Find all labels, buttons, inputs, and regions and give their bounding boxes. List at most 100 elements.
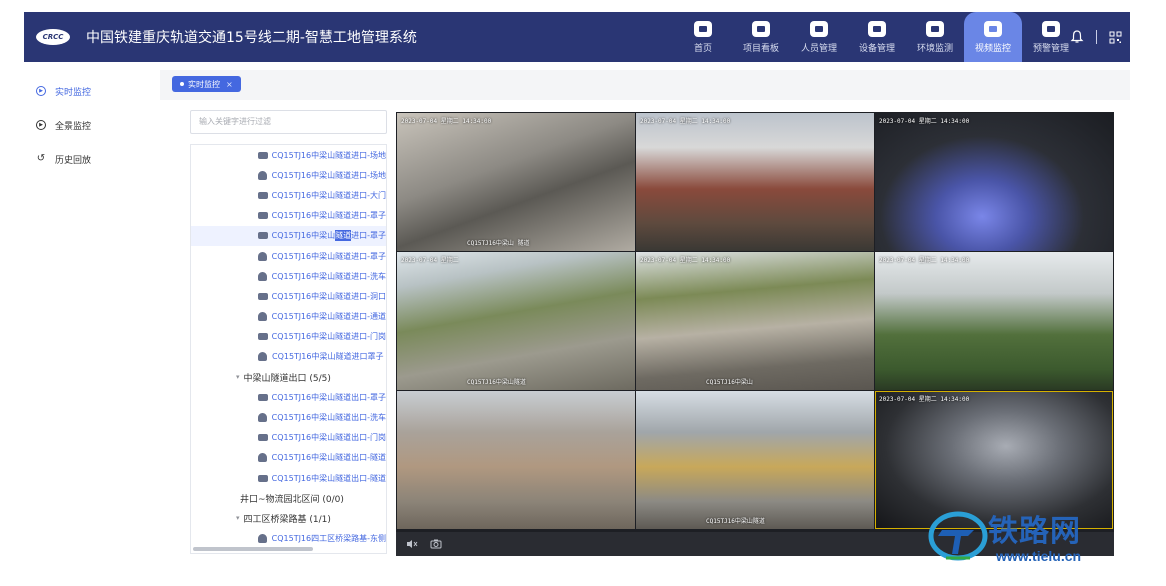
environment-icon (926, 20, 944, 37)
tree-node-label: CQ15TJ16中梁山隧道出口-隧道 (271, 473, 386, 483)
home-icon (694, 20, 712, 37)
tree-camera-node[interactable]: CQ15TJ16中梁山隧道进口-门岗 (191, 327, 386, 347)
tree-node-label: CQ15TJ16中梁山隧道进口罩子 (272, 352, 384, 362)
side-menu: ▶ 实时监控 ▶ 全景监控 ↺ 历史回放 (24, 74, 154, 564)
bullet-camera-icon (258, 333, 268, 341)
qrcode-icon[interactable] (1109, 31, 1122, 44)
nav-item-video[interactable]: 视频监控 (964, 12, 1022, 62)
tree-camera-node[interactable]: CQ15TJ16中梁山隧道出口-洗车 (191, 407, 386, 427)
side-menu-item[interactable]: ▶ 全景监控 (24, 108, 154, 142)
tree-node-label: CQ15TJ16中梁山隧道进口-门岗 (271, 332, 386, 342)
camera-tree[interactable]: CQ15TJ16中梁山隧道进口-场地 CQ15TJ16中梁山隧道进口-场地 CQ15… (190, 144, 387, 554)
dome-camera-icon (258, 271, 267, 281)
watermark: 铁路网 www.tielu.cn (928, 504, 1134, 568)
video-tile[interactable]: 2023-07-04 星期二 14:34:00 CQ15TJ16中梁山 (636, 252, 874, 390)
tree-camera-node[interactable]: CQ15TJ16中梁山隧道出口-罩子 (191, 387, 386, 407)
tree-node-label: CQ15TJ16中梁山隧道出口-门岗 (271, 433, 386, 443)
tree-camera-node[interactable]: CQ15TJ16中梁山隧道进口-洞口 (191, 286, 386, 306)
tree-camera-node[interactable]: CQ15TJ16中梁山隧道进口-洗车 (191, 266, 386, 286)
video-timestamp: 2023-07-04 星期二 14:34:00 (401, 118, 492, 125)
nav-item-home[interactable]: 首页 (674, 12, 732, 62)
side-menu-item[interactable]: ▶ 实时监控 (24, 74, 154, 108)
nav-item-environment[interactable]: 环境监测 (906, 12, 964, 62)
tree-node-label: 井口~物流园北区间 (0/0) (240, 494, 344, 505)
video-timestamp: 2023-07-04 星期二 14:34:00 (879, 118, 970, 125)
tree-camera-node[interactable]: CQ15TJ16中梁山隧道出口-门岗 (191, 428, 386, 448)
tree-node-label: CQ15TJ16中梁山隧道进口-洞口 (271, 291, 386, 301)
tab-close-icon[interactable]: × (226, 80, 233, 89)
video-channel-name: CQ15TJ16中梁山隧道 (467, 379, 526, 386)
tab-realtime-monitor[interactable]: 实时监控 × (172, 76, 241, 92)
tab-active-dot (180, 82, 184, 86)
video-tile[interactable]: 2023-07-04 星期二 14:34:00 (875, 252, 1113, 390)
dome-camera-icon (258, 534, 267, 544)
video-channel-name: CQ15TJ16中梁山 隧道 (467, 240, 530, 247)
tree-camera-node[interactable]: CQ15TJ16中梁山隧道进口-罩子 (191, 225, 386, 246)
side-menu-label: 全景监控 (55, 121, 92, 132)
tree-camera-node[interactable]: CQ15TJ16中梁山隧道出口-隧道 (191, 448, 386, 468)
tree-camera-node[interactable]: CQ15TJ16中梁山隧道进口-场地 (191, 145, 386, 165)
video-tile[interactable]: 2023-07-04 星期二 14:34:00 (636, 113, 874, 251)
nav-item-label: 视频监控 (974, 43, 1011, 54)
tree-horizontal-scrollbar[interactable] (193, 547, 313, 551)
video-tile[interactable]: CQ15TJ16中梁山隧道 (636, 391, 874, 529)
video-tile[interactable] (397, 391, 635, 529)
nav-item-user[interactable]: 人员管理 (790, 12, 848, 62)
tree-node-label: CQ15TJ16中梁山隧道出口-隧道 (271, 453, 386, 463)
tree-camera-node[interactable]: CQ15TJ16四工区桥梁路基-东侧 (191, 529, 386, 549)
nav-item-label: 预警管理 (1032, 43, 1069, 54)
video-icon (984, 20, 1002, 37)
side-menu-item[interactable]: ↺ 历史回放 (24, 142, 154, 176)
video-channel-name: CQ15TJ16中梁山隧道 (706, 518, 765, 525)
bullet-camera-icon (258, 434, 268, 442)
nav-item-label: 环境监测 (916, 43, 953, 54)
main-nav: 首页 项目看板 人员管理 设备管理 环境监测 视频监控 预警管理 (674, 12, 1080, 62)
tree-camera-node[interactable]: CQ15TJ16中梁山隧道进口-罩子 (191, 246, 386, 266)
video-timestamp: 2023-07-04 星期二 14:34:00 (879, 396, 970, 403)
volume-mute-icon[interactable] (406, 538, 418, 550)
tree-node-label: CQ15TJ16四工区桥梁路基-东侧 (271, 534, 386, 544)
dome-camera-icon (258, 413, 267, 423)
tree-camera-node[interactable]: CQ15TJ16中梁山隧道出口-隧道 (191, 468, 386, 488)
camera-tree-panel: 输入关键字进行过滤 CQ15TJ16中梁山隧道进口-场地 CQ15TJ16中梁山隧… (190, 110, 387, 554)
bell-icon[interactable] (1070, 30, 1084, 44)
dome-camera-icon (258, 312, 267, 322)
tree-filter-input[interactable]: 输入关键字进行过滤 (190, 110, 387, 134)
tree-group-node[interactable]: 井口~物流园北区间 (0/0) (191, 488, 386, 508)
dome-camera-icon (258, 352, 267, 362)
nav-item-label: 首页 (693, 43, 712, 54)
tree-node-label: CQ15TJ16中梁山隧道出口-罩子 (271, 392, 386, 402)
caret-down-icon[interactable]: ▾ (236, 373, 240, 381)
tab-bar: 实时监控 × (160, 70, 1130, 100)
tree-rows: CQ15TJ16中梁山隧道进口-场地 CQ15TJ16中梁山隧道进口-场地 CQ15… (191, 145, 386, 549)
dome-camera-icon (258, 170, 267, 180)
tree-camera-node[interactable]: CQ15TJ16中梁山隧道进口罩子 (191, 347, 386, 367)
tree-camera-node[interactable]: CQ15TJ16中梁山隧道进口-罩子 (191, 206, 386, 226)
caret-down-icon[interactable]: ▾ (236, 514, 240, 522)
history-icon: ↺ (36, 153, 46, 164)
video-timestamp: 2023-07-04 星期二 (401, 257, 459, 264)
header-tools (1070, 12, 1122, 62)
bullet-camera-icon (258, 151, 268, 159)
dome-camera-icon (258, 251, 267, 261)
nav-item-label: 人员管理 (800, 43, 837, 54)
tree-camera-node[interactable]: CQ15TJ16中梁山隧道进口-大门 (191, 185, 386, 205)
video-timestamp: 2023-07-04 星期二 14:34:00 (640, 118, 731, 125)
header-divider (1096, 30, 1097, 44)
video-tile[interactable]: 2023-07-04 星期二 14:34:00 (875, 113, 1113, 251)
tree-camera-node[interactable]: CQ15TJ16中梁山隧道进口-通道 (191, 307, 386, 327)
device-icon (868, 20, 886, 37)
video-tile[interactable]: 2023-07-04 星期二 14:34:00 CQ15TJ16中梁山 隧道 (397, 113, 635, 251)
tree-node-label: 四工区桥梁路基 (1/1) (243, 514, 331, 525)
nav-item-monitor[interactable]: 项目看板 (732, 12, 790, 62)
tree-group-node[interactable]: ▾ 四工区桥梁路基 (1/1) (191, 508, 386, 528)
play-circle-icon: ▶ (36, 120, 46, 130)
bullet-camera-icon (258, 212, 268, 220)
tree-group-node[interactable]: ▾ 中梁山隧道出口 (5/5) (191, 367, 386, 387)
watermark-url: www.tielu.cn (996, 548, 1082, 564)
camera-icon[interactable] (430, 538, 442, 550)
tree-node-label: 中梁山隧道出口 (5/5) (243, 373, 331, 384)
video-tile[interactable]: 2023-07-04 星期二 CQ15TJ16中梁山隧道 (397, 252, 635, 390)
tree-camera-node[interactable]: CQ15TJ16中梁山隧道进口-场地 (191, 165, 386, 185)
nav-item-device[interactable]: 设备管理 (848, 12, 906, 62)
